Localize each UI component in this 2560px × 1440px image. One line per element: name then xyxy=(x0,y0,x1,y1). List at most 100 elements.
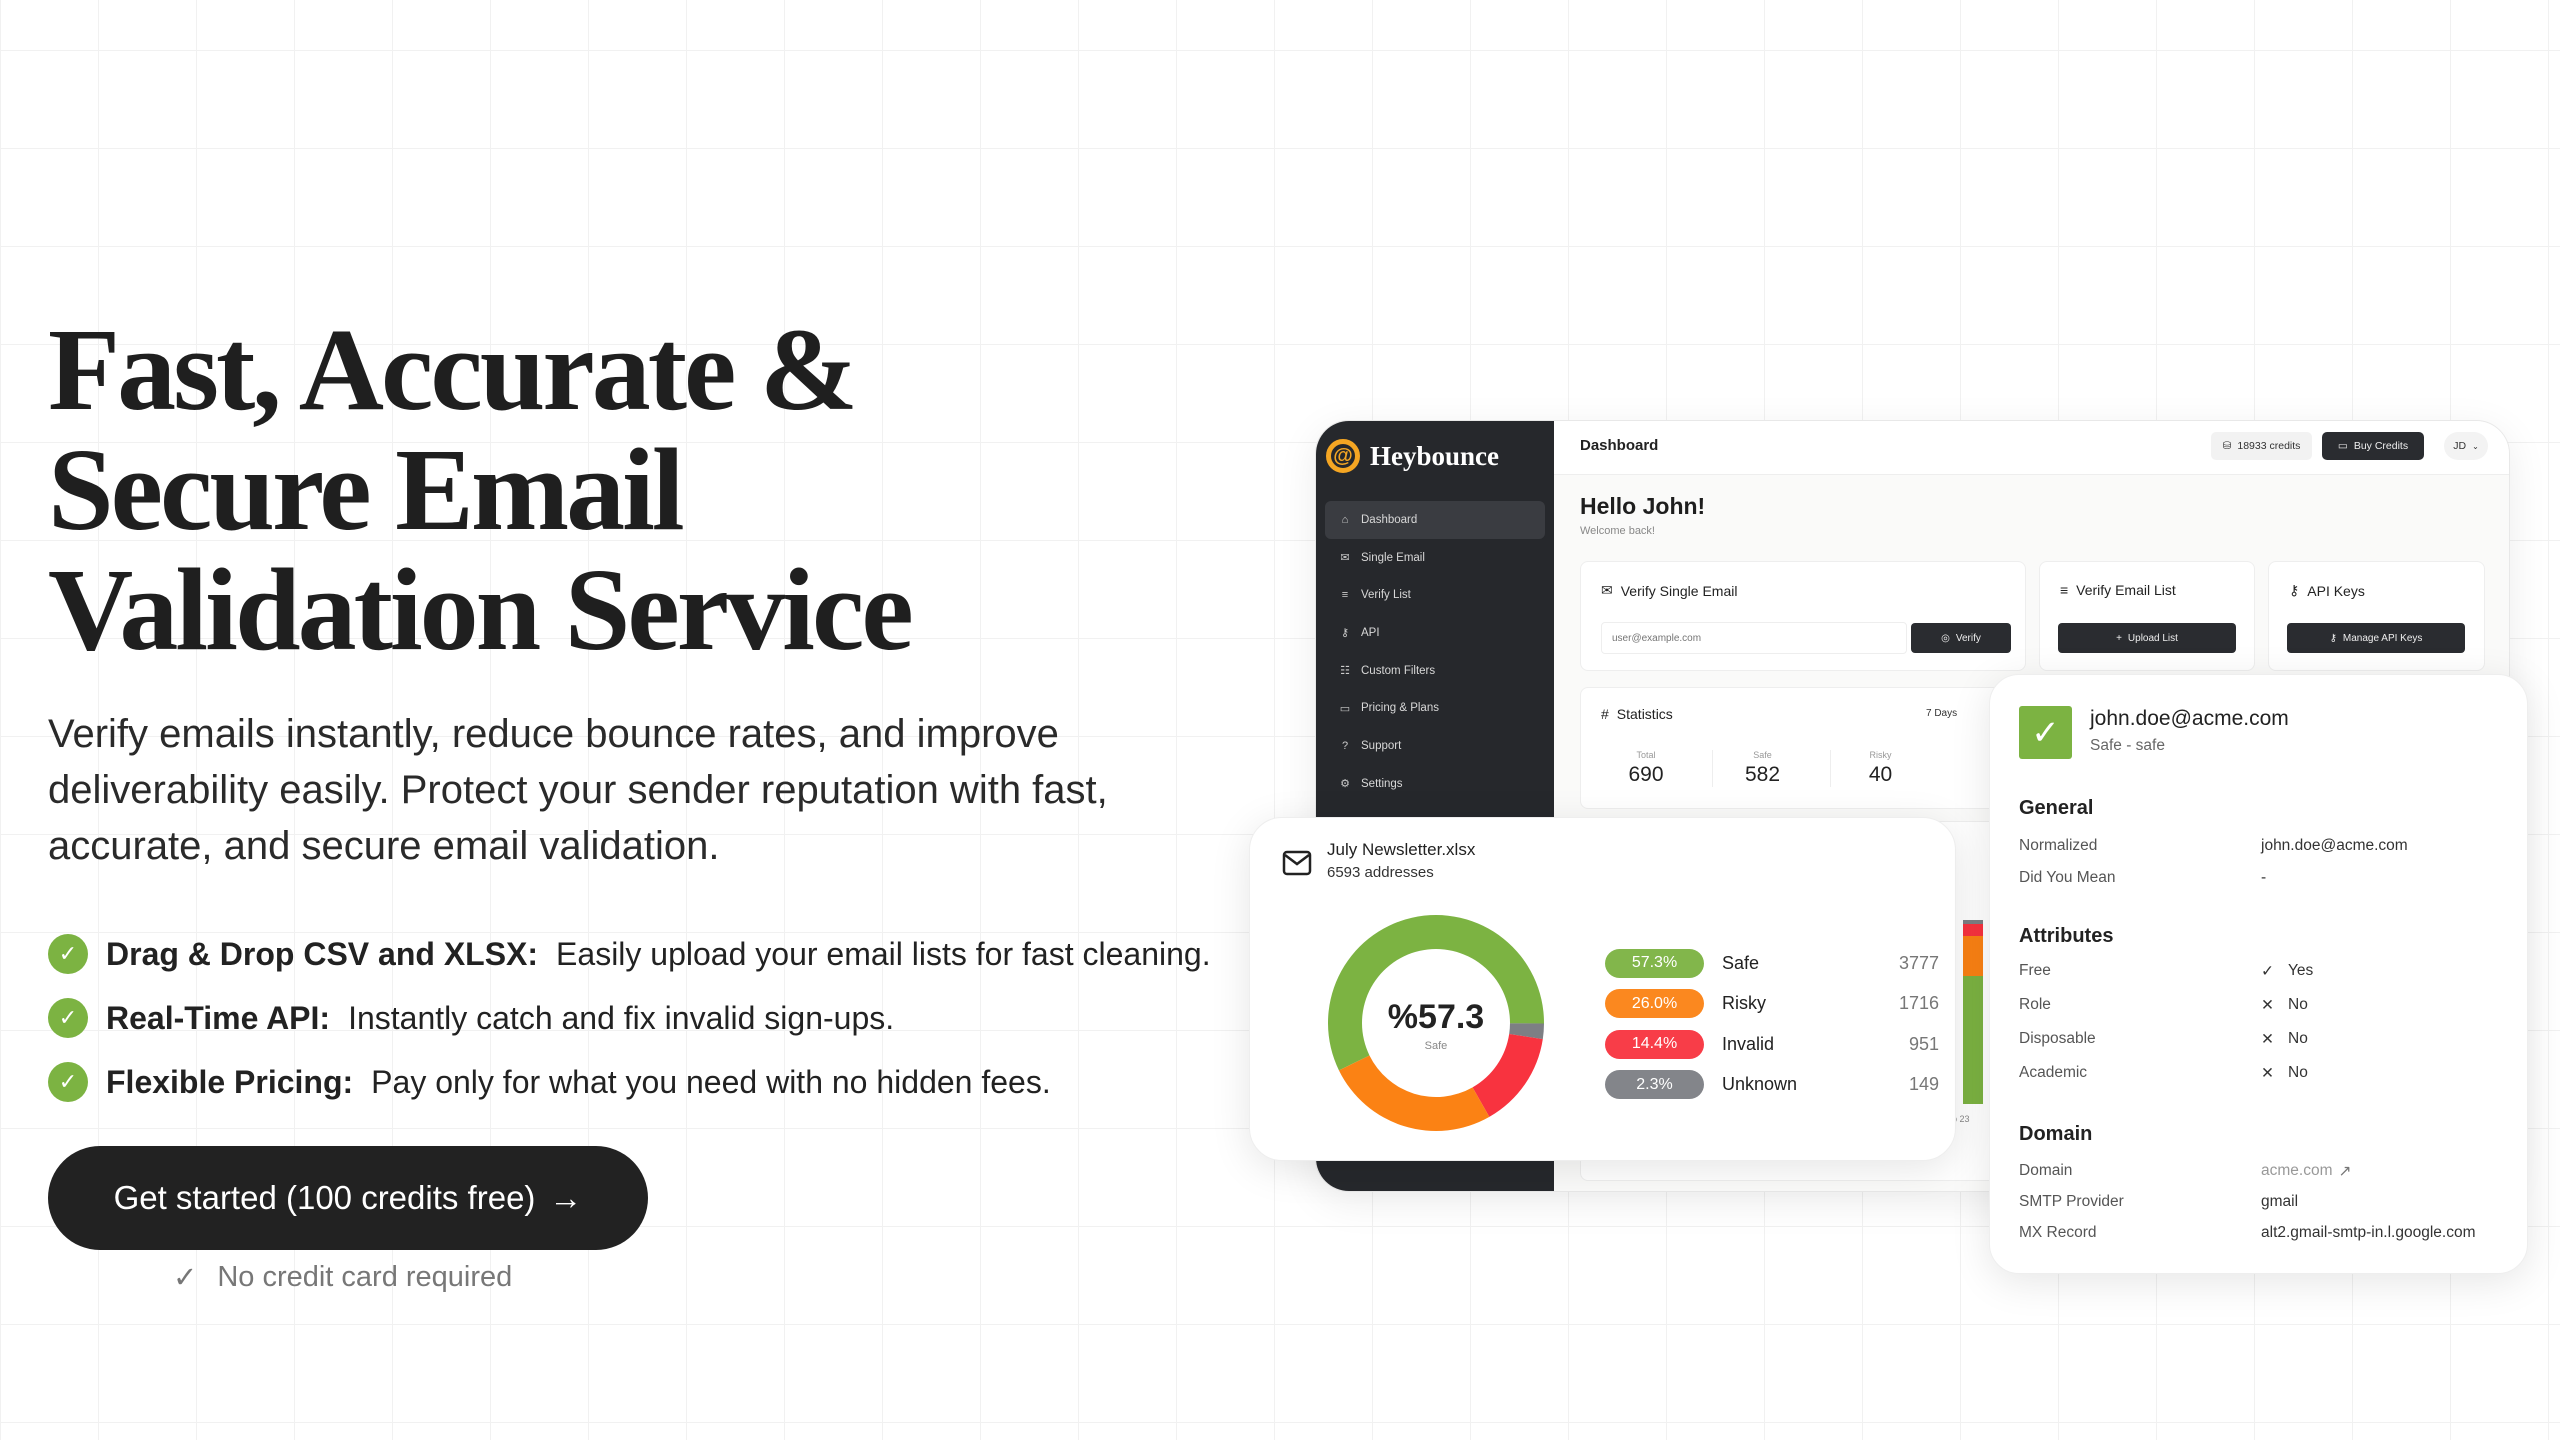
welcome-text: Welcome back! xyxy=(1580,525,1655,537)
address-count: 6593 addresses xyxy=(1327,864,1434,881)
section-general: General xyxy=(2019,797,2094,819)
safe-check-icon: ✓ xyxy=(2019,706,2072,759)
stat-safe: Safe 582 xyxy=(1712,750,1812,787)
hero-subtitle: Verify emails instantly, reduce bounce r… xyxy=(48,712,1108,868)
stat-total: Total 690 xyxy=(1628,750,1664,786)
manage-api-keys-button[interactable]: ⚷ Manage API Keys xyxy=(2287,623,2465,653)
buy-credits-button[interactable]: ▭ Buy Credits xyxy=(2322,432,2424,460)
no-credit-card-note: ✓ No credit card required xyxy=(173,1261,513,1294)
percent-pill: 26.0% xyxy=(1605,989,1704,1018)
verify-button[interactable]: ◎ Verify xyxy=(1911,623,2011,653)
sidebar-item-label: API xyxy=(1361,626,1380,639)
detail-row: Academic ✕ No xyxy=(2019,1064,2308,1082)
nav-icon: ☷ xyxy=(1340,665,1350,678)
external-link-icon[interactable]: ↗ xyxy=(2339,1162,2352,1181)
sidebar-item-label: Verify List xyxy=(1361,589,1411,602)
email-address: john.doe@acme.com xyxy=(2090,707,2289,730)
sidebar-item-label: Custom Filters xyxy=(1361,664,1436,677)
detail-row: Did You Mean - xyxy=(2019,869,2267,886)
detail-row: Role ✕ No xyxy=(2019,996,2308,1014)
arrow-right-icon: → xyxy=(549,1179,583,1216)
stacked-bar xyxy=(1963,920,1983,1104)
percent-pill: 2.3% xyxy=(1605,1070,1704,1099)
logo[interactable]: @ Heybounce xyxy=(1326,439,1499,473)
detail-row: Normalized john.doe@acme.com xyxy=(2019,837,2408,854)
sidebar-item-label: Dashboard xyxy=(1361,513,1418,526)
feature-item: ✓ Flexible Pricing: Pay only for what you … xyxy=(48,1050,1211,1114)
percent-pill: 14.4% xyxy=(1605,1029,1704,1059)
card-icon: ▭ xyxy=(2337,440,2348,452)
nav-icon: ⚙ xyxy=(1340,778,1350,791)
sidebar-item-support[interactable]: ? Support xyxy=(1325,727,1545,765)
key-icon: ⚷ xyxy=(2329,632,2337,644)
detail-row: Free ✓ Yes xyxy=(2019,962,2314,980)
list-icon: ≡ xyxy=(2060,582,2069,598)
sidebar-item-pricing-plans[interactable]: ▭ Pricing & Plans xyxy=(1325,689,1545,727)
sidebar-item-label: Support xyxy=(1361,739,1402,752)
sidebar-nav: ⌂ Dashboard ✉ Single Email ≡ Verify List ⚷ API ☷… xyxy=(1325,501,1545,803)
user-menu[interactable]: JD ⌄ xyxy=(2444,432,2488,460)
credits-badge: ⛁ 18933 credits xyxy=(2211,432,2312,460)
list-result-card: July Newsletter.xlsx 6593 addresses %57.… xyxy=(1249,817,1956,1161)
range-7-days[interactable]: 7 Days xyxy=(1926,708,1957,719)
chevron-down-icon: ⌄ xyxy=(2472,441,2479,451)
check-circle-icon: ✓ xyxy=(48,934,88,974)
top-bar: Dashboard ⛁ 18933 credits ▭ Buy Credits JD… xyxy=(1554,421,2509,475)
x-icon: ✕ xyxy=(2261,997,2274,1014)
get-started-button[interactable]: Get started (100 credits free) → xyxy=(48,1146,648,1250)
feature-item: ✓ Real-Time API: Instantly catch and fix i… xyxy=(48,986,1211,1050)
sidebar-item-api[interactable]: ⚷ API xyxy=(1325,614,1545,652)
feature-item: ✓ Drag & Drop CSV and XLSX: Easily upload … xyxy=(48,922,1211,986)
check-circle-icon: ✓ xyxy=(48,1062,88,1102)
donut-center-value: %57.3 xyxy=(1387,998,1485,1036)
feature-list: ✓ Drag & Drop CSV and XLSX: Easily upload … xyxy=(48,922,1211,1114)
api-keys-card: ⚷ API Keys ⚷ Manage API Keys xyxy=(2268,561,2485,671)
check-icon: ✓ xyxy=(2261,963,2274,980)
donut-center-label: Safe xyxy=(1424,1040,1448,1052)
verify-single-card: ✉Verify Single Email ◎Verify xyxy=(1580,561,2026,671)
page-title: Dashboard xyxy=(1580,437,1659,454)
hash-icon: # xyxy=(1601,706,1609,722)
verify-list-card: ≡ Verify Email List + Upload List xyxy=(2039,561,2255,671)
legend-item-unknown: 2.3% Unknown 149 xyxy=(1605,1070,1939,1100)
domain-link[interactable]: acme.com xyxy=(2261,1162,2333,1181)
sidebar-item-single-email[interactable]: ✉ Single Email xyxy=(1325,539,1545,577)
nav-icon: ? xyxy=(1341,739,1349,752)
sidebar-item-dashboard[interactable]: ⌂ Dashboard xyxy=(1325,501,1545,539)
sidebar-item-custom-filters[interactable]: ☷ Custom Filters xyxy=(1325,652,1545,690)
detail-row: SMTP Provider gmail xyxy=(2019,1193,2299,1210)
detail-row: Domain acme.com ↗ xyxy=(2019,1162,2352,1181)
upload-list-button[interactable]: + Upload List xyxy=(2058,623,2236,653)
nav-icon: ▭ xyxy=(1339,702,1351,715)
sidebar-item-label: Settings xyxy=(1361,777,1403,790)
email-detail-card: ✓ john.doe@acme.com Safe - safe General … xyxy=(1989,674,2528,1274)
nav-icon: ≡ xyxy=(1341,589,1349,602)
hero-title: Fast, Accurate & Secure Email Validation… xyxy=(48,304,914,675)
email-status: Safe - safe xyxy=(2090,737,2165,754)
sidebar-item-settings[interactable]: ⚙ Settings xyxy=(1325,765,1545,803)
x-icon: ✕ xyxy=(2261,1065,2274,1082)
avatar: JD xyxy=(2453,440,2467,452)
stat-risky: Risky 40 xyxy=(1830,750,1930,787)
detail-row: MX Record alt2.gmail-smtp-in.l.google.com xyxy=(2019,1224,2476,1241)
email-input[interactable] xyxy=(1601,622,1907,654)
plus-icon: + xyxy=(2116,632,2122,644)
legend-item-invalid: 14.4% Invalid 951 xyxy=(1605,1029,1939,1059)
nav-icon: ⚷ xyxy=(1340,627,1350,640)
section-domain: Domain xyxy=(2019,1123,2093,1145)
key-icon: ⚷ xyxy=(2289,582,2300,598)
donut-slice-risky xyxy=(1338,1055,1490,1131)
section-attributes: Attributes xyxy=(2019,925,2114,947)
sidebar-item-label: Single Email xyxy=(1361,551,1425,564)
detail-row: Disposable ✕ No xyxy=(2019,1030,2308,1048)
mail-icon xyxy=(1282,850,1312,876)
sidebar-item-label: Pricing & Plans xyxy=(1361,702,1439,715)
legend-item-safe: 57.3% Safe 3777 xyxy=(1605,948,1939,978)
sidebar-item-verify-list[interactable]: ≡ Verify List xyxy=(1325,576,1545,614)
coins-icon: ⛁ xyxy=(2222,440,2232,452)
nav-icon: ⌂ xyxy=(1341,513,1349,526)
nav-icon: ✉ xyxy=(1340,552,1350,565)
check-icon: ✓ xyxy=(173,1262,198,1294)
at-logo-icon: @ xyxy=(1326,439,1360,473)
check-circle-icon: ◎ xyxy=(1941,632,1950,644)
